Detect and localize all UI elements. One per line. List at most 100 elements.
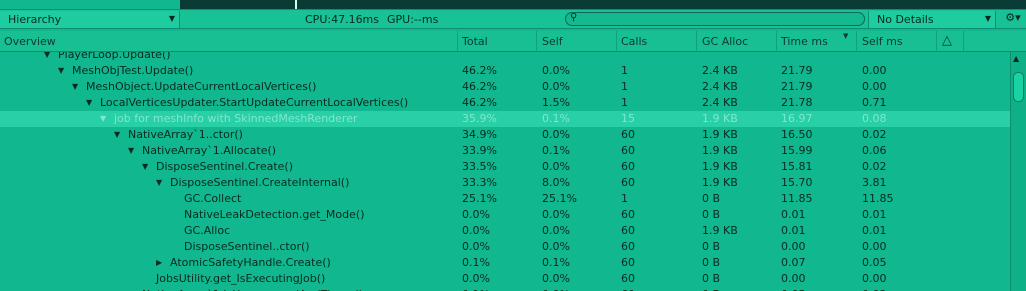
gc-alloc-cell: 2.4 KB bbox=[702, 80, 738, 93]
view-mode-dropdown[interactable]: Hierarchy ▼ bbox=[0, 11, 180, 28]
scroll-up-arrow-icon[interactable]: ▲ bbox=[1013, 54, 1019, 63]
function-name: NativeLeakDetection.get_Mode() bbox=[184, 208, 365, 221]
expand-arrow-open-icon[interactable]: ▼ bbox=[86, 98, 92, 107]
profiler-toolbar: Hierarchy ▼ CPU:47.16ms GPU:--ms ⚲ No De… bbox=[0, 9, 1026, 29]
self-cell: 0.0% bbox=[542, 64, 570, 77]
gc-alloc-cell: 0 B bbox=[702, 256, 721, 269]
gc-alloc-cell: 1.9 KB bbox=[702, 112, 738, 125]
column-divider[interactable] bbox=[536, 31, 537, 51]
total-cell: 0.0% bbox=[462, 240, 490, 253]
expand-arrow-open-icon[interactable]: ▼ bbox=[156, 178, 162, 187]
details-label: No Details bbox=[877, 13, 934, 26]
total-cell: 34.9% bbox=[462, 128, 497, 141]
expand-arrow-closed-icon[interactable]: ▶ bbox=[156, 258, 162, 267]
column-divider[interactable] bbox=[963, 31, 964, 51]
table-row[interactable]: ▼ DisposeSentinel.Create() 33.5% 0.0% 60 1.9 … bbox=[0, 159, 1010, 175]
expand-arrow-open-icon[interactable]: ▼ bbox=[72, 82, 78, 91]
self-cell: 8.0% bbox=[542, 176, 570, 189]
column-header-total[interactable]: Total bbox=[462, 35, 488, 48]
total-cell: 33.3% bbox=[462, 176, 497, 189]
settings-gear-icon[interactable]: ⚙▾ bbox=[1000, 11, 1026, 28]
vertical-scrollbar[interactable]: ▲ bbox=[1010, 52, 1026, 291]
timeline-frame-marker[interactable] bbox=[295, 0, 297, 9]
column-divider[interactable] bbox=[776, 31, 777, 51]
table-row[interactable]: NativeLeakDetection.get_Mode() 0.0% 0.0% 60… bbox=[0, 207, 1010, 223]
self-ms-cell: 0.02 bbox=[862, 160, 887, 173]
total-cell: 35.9% bbox=[462, 112, 497, 125]
self-cell: 0.1% bbox=[542, 256, 570, 269]
sort-descending-icon: ▼ bbox=[843, 32, 849, 40]
expand-arrow-open-icon[interactable]: ▼ bbox=[100, 114, 106, 123]
column-header-gc-alloc[interactable]: GC Alloc bbox=[702, 35, 748, 48]
function-name: AtomicSafetyHandle.Create() bbox=[170, 256, 331, 269]
total-cell: 46.2% bbox=[462, 64, 497, 77]
total-cell: 46.2% bbox=[462, 80, 497, 93]
table-row[interactable]: ▶NativeArray`1.IsUnmanagedAndThrow()0.1%… bbox=[0, 287, 1010, 291]
function-name: LocalVerticesUpdater.StartUpdateCurrentL… bbox=[100, 96, 409, 109]
calls-cell: 60 bbox=[621, 272, 635, 285]
column-divider[interactable] bbox=[457, 31, 458, 51]
expand-arrow-open-icon[interactable]: ▼ bbox=[128, 146, 134, 155]
search-input[interactable]: ⚲ bbox=[565, 12, 865, 26]
self-ms-cell: 0.00 bbox=[862, 64, 887, 77]
column-header-row: Overview Total Self Calls GC Alloc Time … bbox=[0, 31, 1026, 52]
column-divider[interactable] bbox=[936, 31, 937, 51]
self-ms-cell: 0.00 bbox=[862, 240, 887, 253]
column-divider[interactable] bbox=[616, 31, 617, 51]
time-ms-cell: 16.50 bbox=[781, 128, 813, 141]
table-row[interactable]: ▼ job for meshInfo with SkinnedMeshRender… bbox=[0, 111, 1010, 127]
warning-triangle-icon[interactable]: △ bbox=[942, 33, 952, 48]
time-ms-cell: 21.79 bbox=[781, 80, 813, 93]
table-row[interactable]: ▼ DisposeSentinel.CreateInternal() 33.3% 8.… bbox=[0, 175, 1010, 191]
function-name: NativeArray`1..ctor() bbox=[128, 128, 243, 141]
table-row[interactable]: ▼ NativeArray`1.Allocate() 33.9% 0.1% 60 1.9 … bbox=[0, 143, 1010, 159]
details-dropdown[interactable]: No Details ▼ bbox=[868, 11, 996, 28]
cpu-time-label: CPU:47.16ms bbox=[305, 13, 380, 26]
column-divider[interactable] bbox=[856, 31, 857, 51]
table-row[interactable]: ▼ MeshObjTest.Update() 46.2% 0.0% 1 2.4 KB 21.… bbox=[0, 63, 1010, 79]
table-row[interactable]: JobsUtility.get_IsExecutingJob() 0.0% 0.0%… bbox=[0, 271, 1010, 287]
calls-cell: 15 bbox=[621, 112, 635, 125]
column-header-self-ms[interactable]: Self ms bbox=[862, 35, 903, 48]
self-ms-cell: 0.02 bbox=[862, 128, 887, 141]
column-header-time-ms[interactable]: Time ms bbox=[781, 35, 828, 48]
table-row[interactable]: GC.Collect 25.1% 25.1% 1 0 B 11.85 11.85 bbox=[0, 191, 1010, 207]
expand-arrow-open-icon[interactable]: ▼ bbox=[58, 66, 64, 75]
calls-cell: 60 bbox=[621, 176, 635, 189]
table-row[interactable]: DisposeSentinel..ctor() 0.0% 0.0% 60 0 B 0.00… bbox=[0, 239, 1010, 255]
calls-cell: 60 bbox=[621, 256, 635, 269]
scrollbar-thumb[interactable] bbox=[1013, 72, 1024, 102]
column-divider[interactable] bbox=[696, 31, 697, 51]
dropdown-arrow-icon: ▼ bbox=[984, 14, 991, 23]
gc-alloc-cell: 1.9 KB bbox=[702, 176, 738, 189]
expand-arrow-open-icon[interactable]: ▼ bbox=[44, 52, 50, 59]
table-row[interactable]: ▼ NativeArray`1..ctor() 34.9% 0.0% 60 1.9 KB 1… bbox=[0, 127, 1010, 143]
gc-alloc-cell: 0 B bbox=[702, 208, 721, 221]
expand-arrow-open-icon[interactable]: ▼ bbox=[142, 162, 148, 171]
self-ms-cell: 0.05 bbox=[862, 256, 887, 269]
self-ms-cell: 3.81 bbox=[862, 176, 887, 189]
calls-cell: 60 bbox=[621, 208, 635, 221]
gc-alloc-cell: 0 B bbox=[702, 192, 721, 205]
gc-alloc-cell: 1.9 KB bbox=[702, 160, 738, 173]
table-row[interactable]: ▼ LocalVerticesUpdater.StartUpdateCurrent… bbox=[0, 95, 1010, 111]
self-ms-cell: 0.01 bbox=[862, 208, 887, 221]
column-header-overview[interactable]: Overview bbox=[4, 35, 56, 48]
gc-alloc-cell: 1.9 KB bbox=[702, 144, 738, 157]
function-name: MeshObjTest.Update() bbox=[72, 64, 194, 77]
table-row[interactable]: ▼ MeshObject.UpdateCurrentLocalVertices()… bbox=[0, 79, 1010, 95]
function-name: job for meshInfo with SkinnedMeshRendere… bbox=[114, 112, 358, 125]
time-ms-cell: 15.99 bbox=[781, 144, 813, 157]
time-ms-cell: 11.85 bbox=[781, 192, 813, 205]
expand-arrow-open-icon[interactable]: ▼ bbox=[114, 130, 120, 139]
column-header-self[interactable]: Self bbox=[542, 35, 563, 48]
timeline-graph-area[interactable] bbox=[180, 0, 1026, 9]
function-name: DisposeSentinel.Create() bbox=[156, 160, 293, 173]
function-name: DisposeSentinel.CreateInternal() bbox=[170, 176, 350, 189]
table-row[interactable]: GC.Alloc 0.0% 0.0% 60 1.9 KB 0.01 0.01 bbox=[0, 223, 1010, 239]
total-cell: 46.2% bbox=[462, 96, 497, 109]
calls-cell: 60 bbox=[621, 224, 635, 237]
table-row[interactable]: ▶ AtomicSafetyHandle.Create() 0.1% 0.1% 60 0 … bbox=[0, 255, 1010, 271]
table-row[interactable]: ▼ PlayerLoop.Update() bbox=[0, 52, 1010, 63]
column-header-calls[interactable]: Calls bbox=[621, 35, 647, 48]
